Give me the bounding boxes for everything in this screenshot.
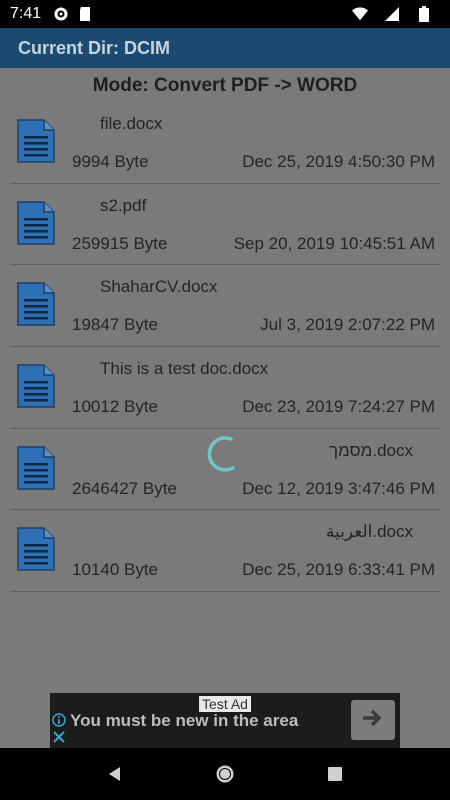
ad-action-button[interactable] xyxy=(351,700,395,740)
file-row[interactable]: s2.pdf 259915 Byte Sep 20, 2019 10:45:51… xyxy=(10,184,441,266)
file-row[interactable]: file.docx 9994 Byte Dec 25, 2019 4:50:30… xyxy=(10,102,441,184)
file-date: Dec 12, 2019 3:47:46 PM xyxy=(242,478,435,498)
file-row[interactable]: العربية.docx 10140 Byte Dec 25, 2019 6:3… xyxy=(10,510,441,593)
loading-spinner xyxy=(203,433,245,475)
file-name: מסמך.docx xyxy=(328,440,413,460)
file-size: 19847 Byte xyxy=(72,315,159,335)
file-row[interactable]: This is a test doc.docx 10012 Byte Dec 2… xyxy=(10,347,441,429)
document-icon xyxy=(16,526,56,572)
document-icon xyxy=(16,445,56,491)
recents-icon[interactable] xyxy=(323,762,347,786)
battery-icon xyxy=(416,6,432,22)
file-name: file.docx xyxy=(100,114,163,133)
signal-icon xyxy=(384,6,400,22)
arrow-right-icon xyxy=(362,709,384,732)
document-icon xyxy=(16,118,56,164)
document-icon xyxy=(16,200,56,246)
ad-banner[interactable]: Test Ad You must be new in the area xyxy=(50,693,400,748)
back-icon[interactable] xyxy=(103,762,127,786)
file-name: s2.pdf xyxy=(100,195,147,215)
file-date: Dec 25, 2019 4:50:30 PM xyxy=(242,152,435,171)
file-date: Dec 23, 2019 7:24:27 PM xyxy=(242,397,435,417)
ad-text: You must be new in the area xyxy=(70,711,299,730)
wifi-icon xyxy=(352,6,368,22)
app-bar: Current Dir: DCIM xyxy=(0,28,450,68)
navigation-bar xyxy=(0,748,450,800)
ad-label: Test Ad xyxy=(199,696,251,712)
file-date: Sep 20, 2019 10:45:51 AM xyxy=(233,233,435,253)
settings-icon xyxy=(53,6,69,22)
home-icon[interactable] xyxy=(213,762,237,786)
file-size: 2646427 Byte xyxy=(72,478,177,498)
file-row[interactable]: ShaharCV.docx 19847 Byte Jul 3, 2019 2:0… xyxy=(10,265,441,348)
file-size: 9994 Byte xyxy=(72,152,149,171)
sd-card-icon xyxy=(77,6,93,22)
close-icon[interactable] xyxy=(52,730,66,744)
mode-label: Mode: Convert PDF -> WORD xyxy=(92,75,358,96)
file-name: This is a test doc.docx xyxy=(100,359,269,379)
current-dir-title: Current Dir: DCIM xyxy=(18,37,170,58)
file-browser: Mode: Convert PDF -> WORD file.docx 9994… xyxy=(0,68,450,748)
status-bar: 7:41 xyxy=(0,0,450,28)
file-date: Jul 3, 2019 2:07:22 PM xyxy=(260,315,435,335)
file-size: 259915 Byte xyxy=(72,233,168,253)
status-time: 7:41 xyxy=(10,5,42,22)
file-name: العربية.docx xyxy=(325,522,413,542)
document-icon xyxy=(16,281,56,327)
info-icon[interactable] xyxy=(52,713,66,727)
file-list: file.docx 9994 Byte Dec 25, 2019 4:50:30… xyxy=(10,102,441,593)
document-icon xyxy=(16,363,56,409)
file-size: 10140 Byte xyxy=(72,560,159,580)
file-date: Dec 25, 2019 6:33:41 PM xyxy=(242,560,435,580)
file-name: ShaharCV.docx xyxy=(100,277,218,297)
file-size: 10012 Byte xyxy=(72,397,159,417)
